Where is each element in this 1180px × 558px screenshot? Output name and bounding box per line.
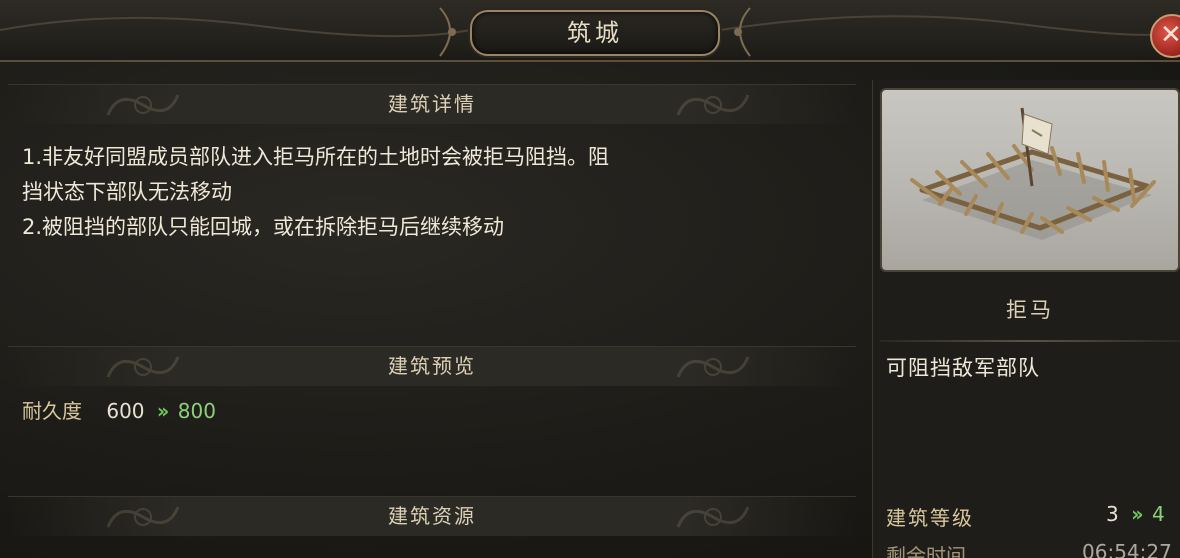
building-level-values: 3 ›› 4	[1106, 502, 1165, 526]
building-description: 可阻挡敌军部队	[886, 356, 1040, 380]
level-next: 4	[1151, 502, 1165, 526]
swirl-ornament-icon	[676, 506, 750, 528]
building-level-label: 建筑等级	[886, 506, 974, 530]
swirl-ornament-icon	[106, 356, 180, 378]
construction-window: 筑城 ✕ 建筑详情 1.非友好同盟成员部队进入拒马所在的土地时会被拒马阻挡。阻 …	[0, 0, 1180, 558]
building-level-row: 建筑等级 3 ›› 4	[886, 502, 1180, 532]
durability-row: 耐久度 600 ›› 800	[22, 396, 216, 426]
title-plate: 筑城	[470, 10, 720, 56]
swirl-ornament-icon	[106, 94, 180, 116]
resources-header: 建筑资源	[8, 496, 856, 536]
upgrade-arrow-icon: ››	[156, 399, 170, 423]
window-title: 筑城	[567, 19, 623, 47]
building-name: 拒马	[1006, 298, 1054, 322]
cheval-de-frise-icon	[910, 107, 1156, 240]
swirl-ornament-icon	[676, 94, 750, 116]
durability-next: 800	[177, 399, 216, 423]
remaining-time-label: 剩余时间	[886, 544, 966, 558]
swirl-ornament-icon	[106, 506, 180, 528]
title-bar: 筑城 ✕	[0, 0, 1180, 62]
building-image	[880, 88, 1180, 272]
details-description: 1.非友好同盟成员部队进入拒马所在的土地时会被拒马阻挡。阻 挡状态下部队无法移动…	[22, 140, 842, 245]
close-icon: ✕	[1160, 20, 1180, 50]
remaining-time-value: 06:54:27	[1082, 540, 1172, 558]
swirl-ornament-icon	[676, 356, 750, 378]
details-line: 挡状态下部队无法移动	[22, 180, 232, 204]
durability-label: 耐久度	[22, 399, 82, 423]
preview-header: 建筑预览	[8, 346, 856, 386]
level-current: 3	[1106, 502, 1119, 526]
upgrade-arrow-icon: ››	[1131, 502, 1144, 526]
divider	[880, 340, 1180, 342]
durability-current: 600	[106, 399, 145, 423]
details-header: 建筑详情	[8, 84, 856, 124]
details-line: 2.被阻挡的部队只能回城，或在拆除拒马后继续移动	[22, 215, 505, 239]
details-line: 1.非友好同盟成员部队进入拒马所在的土地时会被拒马阻挡。阻	[22, 145, 610, 169]
